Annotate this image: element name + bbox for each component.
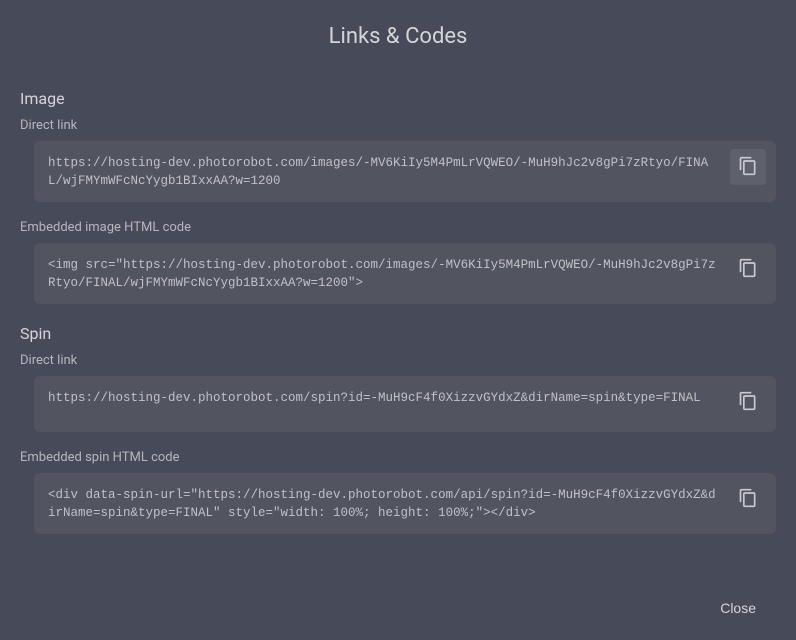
copy-icon	[738, 258, 758, 281]
code-spin-embedded-html[interactable]: <div data-spin-url="https://hosting-dev.…	[48, 485, 730, 522]
code-image-direct-link[interactable]: https://hosting-dev.photorobot.com/image…	[48, 153, 730, 190]
copy-button-image-embedded-html[interactable]	[730, 251, 766, 287]
label-image-direct-link: Direct link	[20, 118, 776, 133]
close-button[interactable]: Close	[708, 592, 768, 624]
dialog-content: Image Direct link https://hosting-dev.ph…	[0, 89, 796, 534]
dialog-title: Links & Codes	[0, 0, 796, 69]
dialog-footer: Close	[708, 592, 768, 624]
section-header-spin: Spin	[20, 324, 776, 343]
copy-icon	[738, 391, 758, 414]
label-spin-embedded-html: Embedded spin HTML code	[20, 450, 776, 465]
row-image-embedded-html: <img src="https://hosting-dev.photorobot…	[34, 243, 776, 304]
copy-button-image-direct-link[interactable]	[730, 149, 766, 185]
copy-icon	[738, 156, 758, 179]
copy-button-spin-direct-link[interactable]	[730, 384, 766, 420]
row-image-direct-link: https://hosting-dev.photorobot.com/image…	[34, 141, 776, 202]
section-header-image: Image	[20, 89, 776, 108]
label-image-embedded-html: Embedded image HTML code	[20, 220, 776, 235]
row-spin-embedded-html: <div data-spin-url="https://hosting-dev.…	[34, 473, 776, 534]
row-spin-direct-link: https://hosting-dev.photorobot.com/spin?…	[34, 376, 776, 432]
label-spin-direct-link: Direct link	[20, 353, 776, 368]
code-spin-direct-link[interactable]: https://hosting-dev.photorobot.com/spin?…	[48, 388, 730, 408]
copy-button-spin-embedded-html[interactable]	[730, 481, 766, 517]
code-image-embedded-html[interactable]: <img src="https://hosting-dev.photorobot…	[48, 255, 730, 292]
copy-icon	[738, 488, 758, 511]
